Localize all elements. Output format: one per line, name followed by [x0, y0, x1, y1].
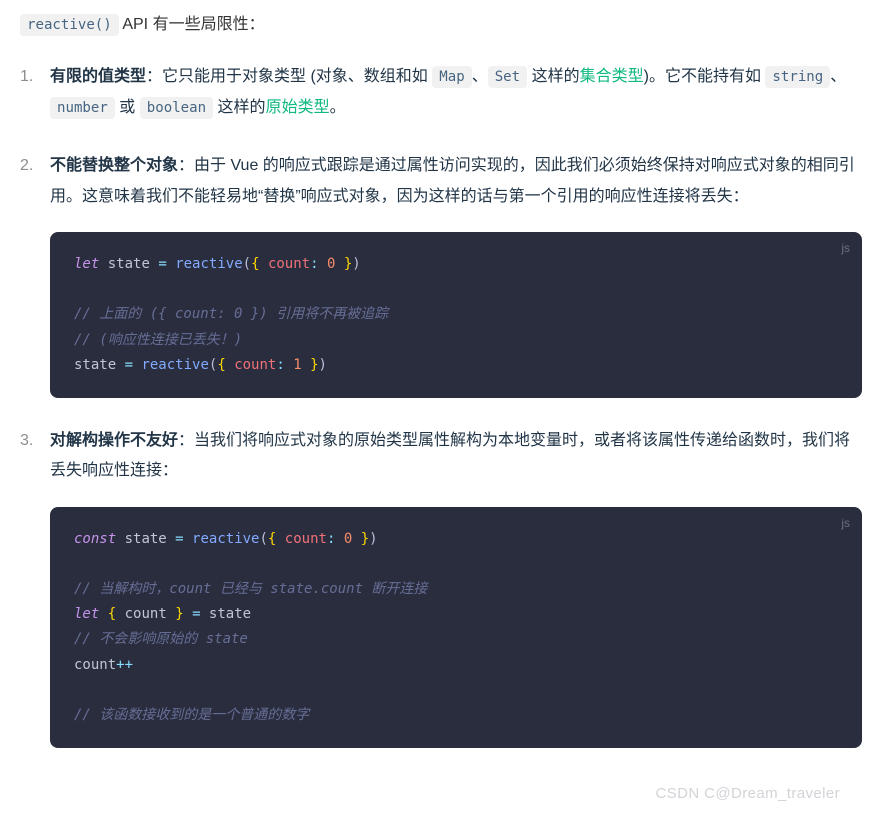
code-block: jsconst state = reactive({ count: 0 }) /… [50, 507, 862, 749]
code-block: jslet state = reactive({ count: 0 }) // … [50, 232, 862, 398]
doc-link[interactable]: 原始类型 [266, 99, 330, 116]
code-lang-label: js [841, 238, 850, 260]
item-paragraph: 有限的值类型：它只能用于对象类型 (对象、数组和如 Map、Set 这样的集合类… [50, 62, 862, 123]
list-item: 对解构操作不友好：当我们将响应式对象的原始类型属性解构为本地变量时，或者将该属性… [20, 426, 862, 748]
item-title: 有限的值类型 [50, 68, 146, 85]
intro-text: API 有一些局限性： [119, 16, 265, 33]
item-paragraph: 对解构操作不友好：当我们将响应式对象的原始类型属性解构为本地变量时，或者将该属性… [50, 426, 862, 487]
list-item: 不能替换整个对象：由于 Vue 的响应式跟踪是通过属性访问实现的，因此我们必须始… [20, 151, 862, 398]
item-title: 不能替换整个对象 [50, 157, 178, 174]
inline-code: string [765, 66, 830, 88]
doc-link[interactable]: 集合类型 [580, 68, 644, 85]
item-title: 对解构操作不友好 [50, 432, 178, 449]
inline-code: boolean [140, 97, 213, 119]
item-paragraph: 不能替换整个对象：由于 Vue 的响应式跟踪是通过属性访问实现的，因此我们必须始… [50, 151, 862, 212]
inline-code: Set [488, 66, 527, 88]
watermark: CSDN C@Dream_traveler [656, 780, 841, 809]
inline-code: Map [432, 66, 471, 88]
inline-code: number [50, 97, 115, 119]
item-body: ：它只能用于对象类型 (对象、数组和如 Map、Set 这样的集合类型)。它不能… [50, 68, 846, 115]
intro-paragraph: reactive() API 有一些局限性： [20, 10, 862, 40]
code-lang-label: js [841, 513, 850, 535]
limitations-list: 有限的值类型：它只能用于对象类型 (对象、数组和如 Map、Set 这样的集合类… [20, 62, 862, 748]
list-item: 有限的值类型：它只能用于对象类型 (对象、数组和如 Map、Set 这样的集合类… [20, 62, 862, 123]
intro-code-inline: reactive() [20, 14, 119, 36]
